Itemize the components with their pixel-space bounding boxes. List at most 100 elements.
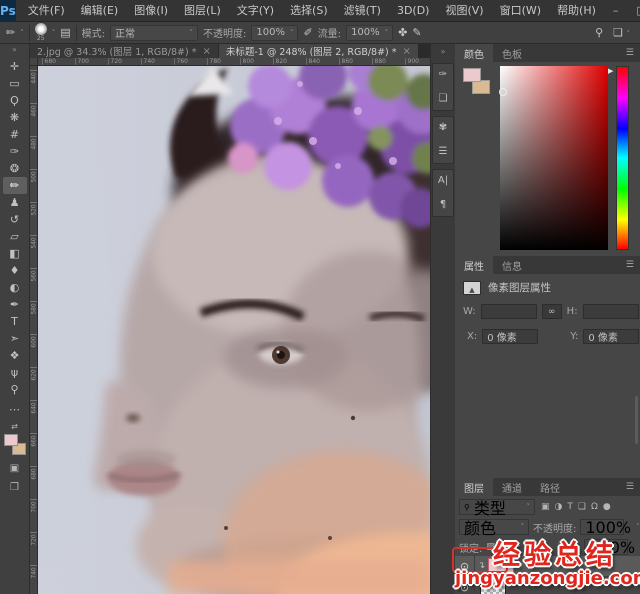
rectangular-marquee-tool[interactable]: ▭ [3, 75, 27, 92]
layer-opacity-dropdown[interactable]: 100% ˅ [580, 519, 624, 535]
width-field[interactable] [481, 304, 537, 319]
x-field[interactable]: 0 像素 [482, 329, 538, 344]
panel-foreground-swatch[interactable] [463, 68, 481, 82]
menu-item-9[interactable]: 窗口(W) [492, 0, 549, 22]
lasso-tool[interactable]: Ϙ [3, 92, 27, 109]
opacity-value: 100% [256, 27, 285, 38]
blend-mode-value: 正常 [115, 25, 185, 40]
toggle-brush-panel-icon[interactable]: ▤ [60, 26, 70, 39]
height-field[interactable] [583, 304, 639, 319]
foreground-color-swatch[interactable] [4, 434, 18, 446]
pressure-opacity-icon[interactable]: ✐ [303, 26, 312, 39]
menu-item-3[interactable]: 图层(L) [176, 0, 229, 22]
spot-healing-brush-tool[interactable]: ❂ [3, 160, 27, 177]
layers-tab-2[interactable]: 路径 [531, 478, 569, 496]
y-field[interactable]: 0 像素 [583, 329, 639, 344]
quick-selection-tool[interactable]: ❋ [3, 109, 27, 126]
opacity-dropdown[interactable]: 100% ˅ [251, 25, 298, 41]
history-brush-tool[interactable]: ↺ [3, 211, 27, 228]
pen-tool[interactable]: ✒ [3, 296, 27, 313]
color-tab-0[interactable]: 颜色 [455, 44, 493, 62]
swap-colors-icon[interactable]: ⇄ [11, 422, 18, 432]
eyedropper-tool[interactable]: ✑ [3, 143, 27, 160]
airbrush-icon[interactable]: ✤ [398, 26, 407, 39]
workspace-switcher-icon[interactable]: ❏ ˅ [613, 26, 630, 39]
filter-type-layers-icon[interactable]: T [567, 502, 573, 512]
custom-shape-tool[interactable]: ❖ [3, 347, 27, 364]
crop-tool[interactable]: # [3, 126, 27, 143]
tool-preset-caret-icon[interactable]: ˅ [20, 29, 24, 37]
current-tool-icon[interactable]: ✏ [6, 26, 15, 39]
document-tab-0[interactable]: 2.jpg @ 34.3% (图层 1, RGB/8#) *× [30, 44, 219, 58]
tab-close-icon[interactable]: × [403, 46, 411, 57]
canvas-image[interactable] [38, 66, 430, 594]
saturation-brightness-field[interactable] [500, 66, 608, 250]
properties-tab-0[interactable]: 属性 [455, 256, 493, 274]
brush-settings-panel-icon[interactable]: ✑ [439, 68, 447, 82]
minimize-button[interactable]: – [604, 4, 628, 17]
link-dimensions-icon[interactable]: ∞ [542, 304, 562, 319]
brushes-panel-icon[interactable]: ✾ [439, 121, 447, 135]
adjustments-panel-icon[interactable]: ☰ [439, 145, 448, 159]
menu-item-4[interactable]: 文字(Y) [229, 0, 282, 22]
filter-adjustment-layers-icon[interactable]: ◑ [555, 502, 563, 512]
hue-slider[interactable] [616, 66, 629, 250]
screen-mode-icon[interactable]: ❐ [10, 482, 19, 493]
blur-tool[interactable]: ♦ [3, 262, 27, 279]
hue-slider-arrow-icon[interactable]: ▶ [608, 67, 613, 75]
paragraph-panel-icon[interactable]: ¶ [440, 198, 446, 212]
document-tab-1[interactable]: 未标题-1 @ 248% (图层 2, RGB/8#) *× [219, 44, 419, 58]
brush-tool[interactable]: ✏ [3, 177, 27, 194]
gradient-tool[interactable]: ◧ [3, 245, 27, 262]
layer-blend-mode-dropdown[interactable]: 颜色 ˅ [459, 519, 529, 535]
color-picker-ring[interactable] [499, 88, 507, 96]
filter-shape-layers-icon[interactable]: ❏ [578, 502, 586, 512]
eraser-tool[interactable]: ▱ [3, 228, 27, 245]
menu-item-5[interactable]: 选择(S) [282, 0, 336, 22]
menu-item-8[interactable]: 视图(V) [437, 0, 491, 22]
character-panel-icon[interactable]: A| [438, 174, 448, 188]
layers-tab-0[interactable]: 图层 [455, 478, 493, 496]
edit-toolbar[interactable]: ⋯ [3, 401, 27, 418]
properties-menu-icon[interactable]: ☰ [620, 256, 640, 274]
menu-item-0[interactable]: 文件(F) [20, 0, 73, 22]
tab-close-icon[interactable]: × [202, 46, 210, 57]
layer-filter-dropdown[interactable]: ⚲ 类型 ˅ [459, 499, 535, 515]
quick-mask-icon[interactable]: ▣ [10, 463, 19, 474]
menu-item-7[interactable]: 3D(D) [389, 0, 438, 22]
filter-toggle-icon[interactable]: ● [603, 502, 611, 512]
document-tabbar: 2.jpg @ 34.3% (图层 1, RGB/8#) *×未标题-1 @ 2… [30, 44, 430, 58]
path-selection-tool[interactable]: ➣ [3, 330, 27, 347]
color-tab-1[interactable]: 色板 [493, 44, 531, 62]
toolbar-collapse-icon[interactable]: » [12, 44, 17, 56]
dock-collapse-icon[interactable]: » [441, 46, 446, 58]
color-menu-icon[interactable]: ☰ [620, 44, 640, 62]
position-row: X: 0 像素 Y: 0 像素 [467, 329, 639, 344]
clone-source-panel-icon[interactable]: ❏ [439, 92, 448, 106]
type-tool[interactable]: T [3, 313, 27, 330]
menu-item-10[interactable]: 帮助(H) [549, 0, 604, 22]
dodge-tool[interactable]: ◐ [3, 279, 27, 296]
scrollbar[interactable] [635, 396, 638, 444]
move-tool[interactable]: ✛ [3, 58, 27, 75]
clone-stamp-tool[interactable]: ♟ [3, 194, 27, 211]
color-panel-tabs: 颜色色板 ☰ [455, 44, 640, 62]
layers-tab-1[interactable]: 通道 [493, 478, 531, 496]
zoom-tool[interactable]: ⚲ [3, 381, 27, 398]
menu-item-1[interactable]: 编辑(E) [73, 0, 127, 22]
panel-background-swatch[interactable] [472, 80, 490, 94]
search-icon[interactable]: ⚲ [595, 26, 603, 39]
brush-preset-picker[interactable]: 25 [35, 23, 47, 42]
maximize-button[interactable]: □ [627, 4, 640, 17]
menu-item-2[interactable]: 图像(I) [126, 0, 176, 22]
menu-item-6[interactable]: 滤镜(T) [336, 0, 389, 22]
filter-pixel-layers-icon[interactable]: ▣ [541, 502, 550, 512]
layers-menu-icon[interactable]: ☰ [620, 478, 640, 496]
hand-tool[interactable]: ψ [3, 364, 27, 381]
filter-smart-objects-icon[interactable]: Ω [591, 502, 598, 512]
brush-picker-caret-icon[interactable]: ˅ [52, 29, 56, 37]
flow-dropdown[interactable]: 100% ˅ [346, 25, 393, 41]
blend-mode-dropdown[interactable]: 正常 ˅ [110, 25, 198, 41]
pressure-size-icon[interactable]: ✎ [412, 26, 421, 39]
properties-tab-1[interactable]: 信息 [493, 256, 531, 274]
